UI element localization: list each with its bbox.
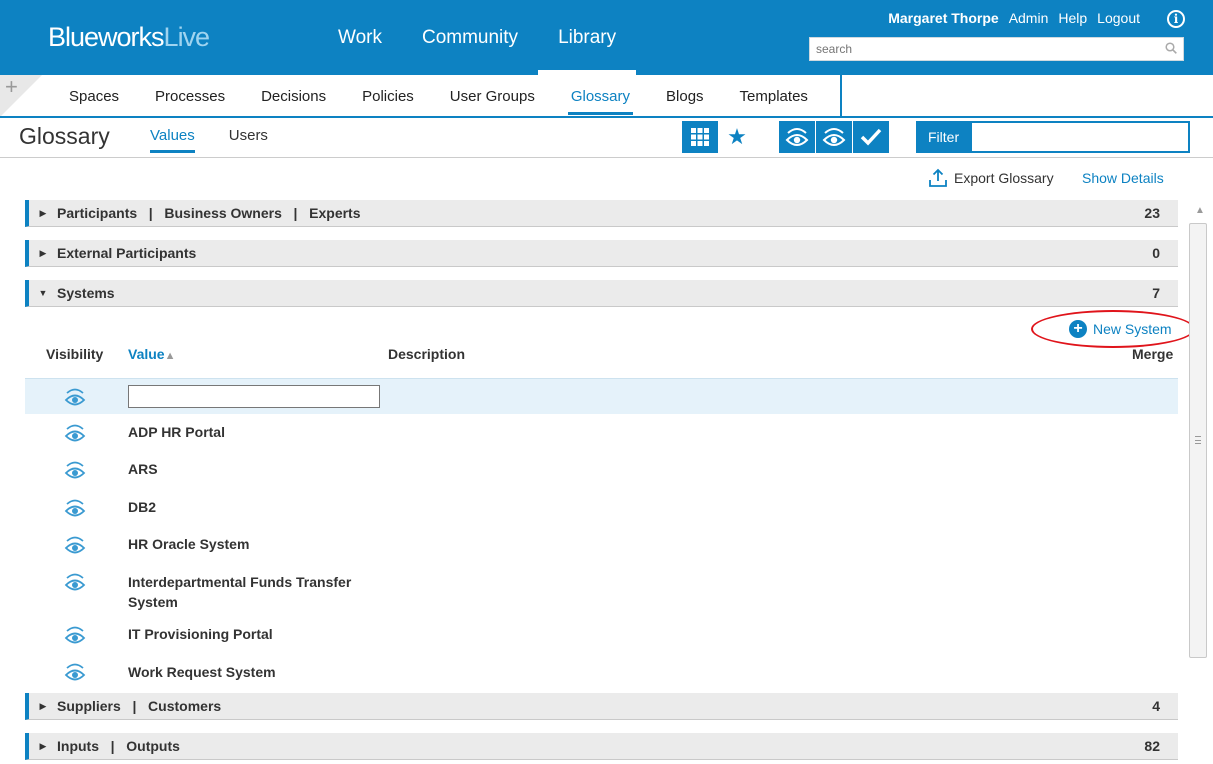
- system-value[interactable]: HR Oracle System: [128, 534, 378, 554]
- scrollbar-thumb[interactable]: [1189, 223, 1207, 658]
- visibility-eye-icon[interactable]: [64, 422, 86, 444]
- section-title: External Participants: [57, 245, 197, 261]
- section-title: Participants | Business Owners | Experts: [57, 205, 361, 221]
- column-header-visibility: Visibility: [46, 346, 104, 362]
- export-icon: [929, 168, 947, 187]
- column-header-description: Description: [388, 346, 466, 362]
- nav-community[interactable]: Community: [402, 0, 538, 75]
- admin-link[interactable]: Admin: [1009, 10, 1049, 26]
- library-subtabs: Spaces Processes Decisions Policies User…: [51, 75, 826, 117]
- add-circle-icon: +: [1069, 320, 1087, 338]
- tab-values[interactable]: Values: [150, 127, 195, 153]
- system-value[interactable]: ADP HR Portal: [128, 422, 378, 442]
- tab-decisions[interactable]: Decisions: [243, 75, 344, 117]
- visibility-button[interactable]: [779, 121, 815, 153]
- info-icon[interactable]: i: [1167, 10, 1185, 28]
- grid-view-button[interactable]: [682, 121, 718, 153]
- star-icon[interactable]: ★: [724, 121, 750, 153]
- user-menu: Margaret Thorpe Admin Help Logout: [888, 10, 1140, 26]
- header-separator: [0, 157, 1213, 158]
- visibility-eye-icon[interactable]: [64, 386, 86, 408]
- scroll-up-arrow-icon[interactable]: ▲: [1191, 205, 1209, 219]
- visibility-eye-icon[interactable]: [64, 497, 86, 519]
- expand-arrow-icon: ▶: [39, 740, 47, 751]
- export-label: Export Glossary: [954, 170, 1054, 186]
- section-title: Suppliers | Customers: [57, 698, 222, 714]
- tab-processes[interactable]: Processes: [137, 75, 243, 117]
- plus-icon: +: [5, 74, 18, 99]
- expand-arrow-icon: ▶: [39, 700, 47, 711]
- visibility-filter-button[interactable]: [816, 121, 852, 153]
- top-header: BlueworksLive Work Community Library Mar…: [0, 0, 1213, 75]
- checkmark-icon: [860, 128, 882, 146]
- subtabs-underline: [0, 116, 1213, 118]
- tab-policies[interactable]: Policies: [344, 75, 432, 117]
- visibility-eye-icon[interactable]: [64, 571, 86, 593]
- subtabs-divider: [840, 75, 842, 117]
- section-title: Inputs | Outputs: [57, 738, 180, 754]
- new-value-input[interactable]: [128, 385, 380, 408]
- section-systems[interactable]: ▼ Systems 7: [25, 280, 1178, 307]
- logout-link[interactable]: Logout: [1097, 10, 1140, 26]
- column-header-value[interactable]: Value▲: [128, 346, 175, 362]
- help-link[interactable]: Help: [1058, 10, 1087, 26]
- section-count: 82: [1144, 738, 1160, 754]
- grip-icon: [1195, 436, 1201, 444]
- add-corner-button[interactable]: +: [0, 75, 42, 117]
- new-system-button[interactable]: + New System: [1069, 320, 1172, 338]
- page-title: Glossary: [19, 123, 110, 149]
- section-count: 7: [1152, 285, 1160, 301]
- collapse-arrow-icon: ▼: [38, 288, 48, 298]
- visibility-eye-icon[interactable]: [64, 459, 86, 481]
- visibility-eye-icon[interactable]: [64, 624, 86, 646]
- new-value-row: [25, 378, 1178, 414]
- tab-user-groups[interactable]: User Groups: [432, 75, 553, 117]
- system-value[interactable]: ARS: [128, 459, 378, 479]
- tab-spaces[interactable]: Spaces: [51, 75, 137, 117]
- eye-icon: [822, 128, 846, 146]
- system-value[interactable]: IT Provisioning Portal: [128, 624, 378, 644]
- filter-label: Filter: [918, 123, 972, 151]
- blueworks-logo[interactable]: BlueworksLive: [48, 22, 210, 53]
- filter-input[interactable]: [972, 123, 1188, 151]
- eye-icon: [785, 128, 809, 146]
- nav-work[interactable]: Work: [318, 0, 402, 75]
- tab-templates[interactable]: Templates: [722, 75, 826, 117]
- expand-arrow-icon: ▶: [39, 247, 47, 258]
- main-nav: Work Community Library: [318, 0, 637, 75]
- tab-blogs[interactable]: Blogs: [648, 75, 722, 117]
- grid-icon: [691, 128, 709, 146]
- system-value[interactable]: DB2: [128, 497, 378, 517]
- section-external-participants[interactable]: ▶ External Participants 0: [25, 240, 1178, 267]
- section-suppliers[interactable]: ▶ Suppliers | Customers 4: [25, 693, 1178, 720]
- column-header-merge: Merge: [1132, 346, 1174, 362]
- section-count: 23: [1144, 205, 1160, 221]
- section-inputs[interactable]: ▶ Inputs | Outputs 82: [25, 733, 1178, 760]
- export-glossary-button[interactable]: Export Glossary: [928, 168, 1054, 188]
- visibility-eye-icon[interactable]: [64, 661, 86, 683]
- search-icon[interactable]: [1165, 42, 1177, 54]
- search-box: [809, 37, 1184, 61]
- system-value[interactable]: Interdepartmental Funds Transfer System: [128, 572, 378, 612]
- view-tabs: Values Users: [150, 127, 268, 153]
- section-title: Systems: [57, 285, 115, 301]
- user-name[interactable]: Margaret Thorpe: [888, 10, 998, 26]
- expand-arrow-icon: ▶: [39, 207, 47, 218]
- search-input[interactable]: [810, 38, 1150, 60]
- section-participants[interactable]: ▶ Participants | Business Owners | Exper…: [25, 200, 1178, 227]
- tab-users[interactable]: Users: [229, 127, 268, 153]
- filter-box: Filter: [916, 121, 1190, 153]
- system-value[interactable]: Work Request System: [128, 662, 378, 682]
- show-details-link[interactable]: Show Details: [1082, 170, 1164, 186]
- section-count: 4: [1152, 698, 1160, 714]
- tab-glossary[interactable]: Glossary: [553, 75, 648, 117]
- new-system-label: New System: [1093, 321, 1172, 337]
- sort-ascending-icon: ▲: [164, 350, 176, 362]
- nav-library[interactable]: Library: [538, 0, 637, 75]
- checkmark-button[interactable]: [853, 121, 889, 153]
- visibility-eye-icon[interactable]: [64, 534, 86, 556]
- section-count: 0: [1152, 245, 1160, 261]
